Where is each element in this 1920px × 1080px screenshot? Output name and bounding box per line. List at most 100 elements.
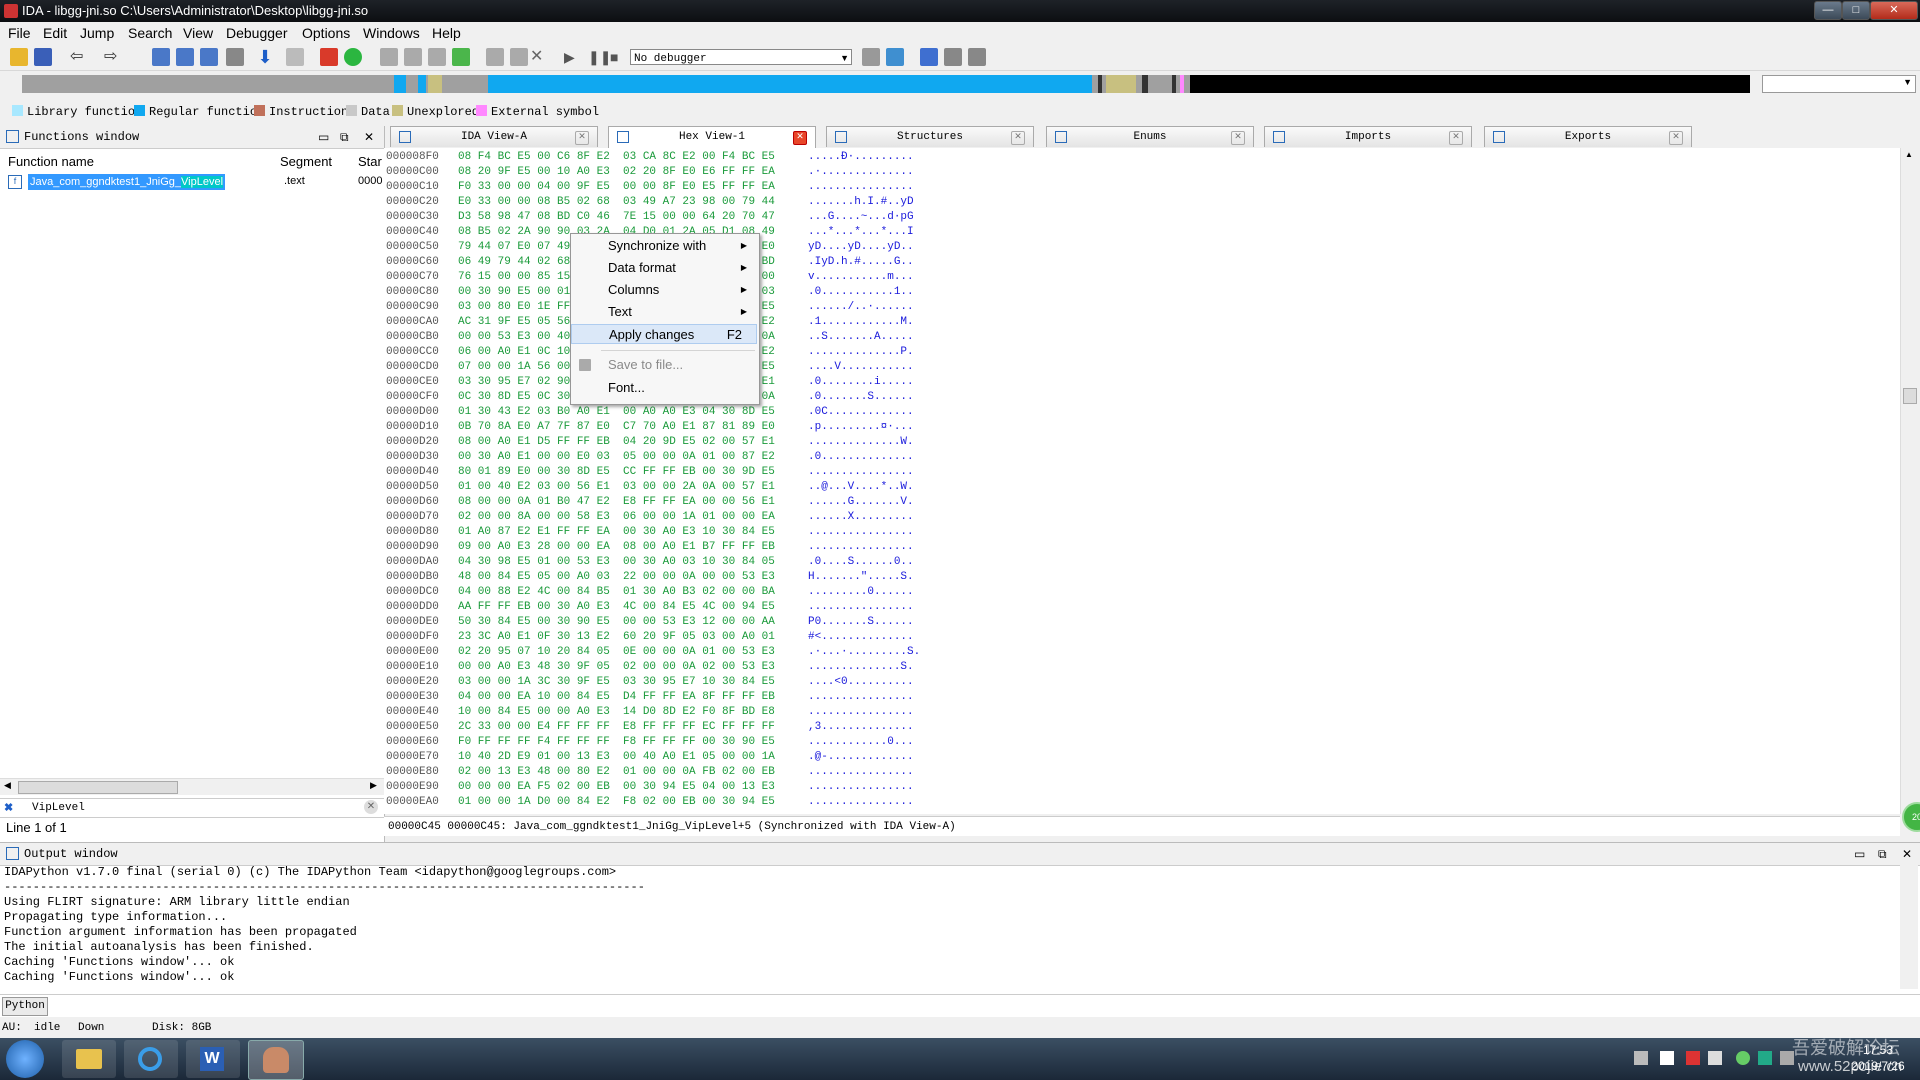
explorer-taskbar-icon[interactable]	[62, 1040, 116, 1078]
debug-list-icon[interactable]	[920, 48, 938, 66]
hex-bytes[interactable]: 80 01 89 E0 00 30 8D E5 CC FF FF EB 00 3…	[458, 465, 775, 480]
hex-bytes[interactable]: 10 40 2D E9 01 00 13 E3 00 40 A0 E1 05 0…	[458, 750, 775, 765]
menu-debugger[interactable]: Debugger	[226, 25, 288, 41]
keyboard-tray-icon[interactable]	[1634, 1051, 1648, 1065]
clock[interactable]: 17:53 2019/7/26	[1840, 1042, 1916, 1074]
hex-row[interactable]: 00000D70 02 00 00 8A 00 00 58 E3 06 00 00…	[386, 510, 914, 525]
navigation-combo[interactable]: ▼	[1762, 75, 1916, 93]
menu-synchronize-with[interactable]: Synchronize with ▶	[571, 236, 757, 256]
hex-ascii[interactable]: ..............P.	[808, 345, 914, 360]
hex-bytes[interactable]: 04 00 88 E2 4C 00 84 B5 01 30 A0 B3 02 0…	[458, 585, 775, 600]
hex-row[interactable]: 00000C10 F0 33 00 00 04 00 9F E5 00 00 8F…	[386, 180, 914, 195]
menu-jump[interactable]: Jump	[80, 25, 114, 41]
hex-row[interactable]: 00000D80 01 A0 87 E2 E1 FF FF EA 00 30 A0…	[386, 525, 914, 540]
scroll-thumb[interactable]	[1903, 388, 1917, 404]
hex-ascii[interactable]: yD....yD....yD..	[808, 240, 914, 255]
hex-row[interactable]: 00000CC006 00 A0 E1 0C 10 92 E5 00 00 00…	[386, 345, 914, 360]
hex-ascii[interactable]: .0.......S......	[808, 390, 914, 405]
hex-bytes[interactable]: 01 A0 87 E2 E1 FF FF EA 00 30 A0 E3 10 3…	[458, 525, 775, 540]
menu-options[interactable]: Options	[302, 25, 350, 41]
hex-bytes[interactable]: 2C 33 00 00 E4 FF FF FF E8 FF FF FF EC F…	[458, 720, 775, 735]
hex-bytes[interactable]: 08 20 9F E5 00 10 A0 E3 02 20 8F E0 E6 F…	[458, 165, 775, 180]
hex-row[interactable]: 000008F0 08 F4 BC E5 00 C6 8F E2 03 CA 8C…	[386, 150, 914, 165]
column-segment[interactable]: Segment	[280, 154, 332, 169]
hex-row[interactable]: 00000CE003 30 95 E7 02 90 A0 E1 00 00 00…	[386, 375, 914, 390]
jump-icon[interactable]	[286, 48, 304, 66]
debug-option-icon[interactable]	[862, 48, 880, 66]
hex-row[interactable]: 00000E00 02 20 95 07 10 20 84 05 0E 00 00…	[386, 645, 920, 660]
hex-row[interactable]: 00000CA0AC 31 9F E5 05 56 10 E3 00 20 8F…	[386, 315, 914, 330]
ida-taskbar-icon[interactable]	[248, 1040, 304, 1080]
hex-ascii[interactable]: v...........m...	[808, 270, 914, 285]
hex-ascii[interactable]: ..@...V....*..W.	[808, 480, 914, 495]
restore-pane-icon[interactable]: ▭	[318, 126, 329, 148]
hex-bytes[interactable]: 02 20 95 07 10 20 84 05 0E 00 00 0A 01 0…	[458, 645, 775, 660]
menu-apply-changes[interactable]: Apply changes F2	[571, 324, 757, 344]
hex-row[interactable]: 00000E20 03 00 00 1A 3C 30 9F E5 03 30 95…	[386, 675, 914, 690]
hex-bytes[interactable]: 01 30 43 E2 03 B0 A0 E1 00 A0 A0 E3 04 3…	[458, 405, 775, 420]
hex-bytes[interactable]: 00 30 A0 E1 00 00 E0 03 05 00 00 0A 01 0…	[458, 450, 775, 465]
close-pane-icon[interactable]: ✕	[1902, 843, 1912, 865]
hex-ascii[interactable]: ....V...........	[808, 360, 914, 375]
hex-bytes[interactable]: D3 58 98 47 08 BD C0 46 7E 15 00 00 64 2…	[458, 210, 775, 225]
menu-edit[interactable]: Edit	[43, 25, 67, 41]
hex-ascii[interactable]: ................	[808, 795, 914, 810]
hex-bytes[interactable]: 02 00 00 8A 00 00 58 E3 06 00 00 1A 01 0…	[458, 510, 775, 525]
hex-row[interactable]: 00000D10 0B 70 8A E0 A7 7F 87 E0 C7 70 A0…	[386, 420, 914, 435]
hex-ascii[interactable]: ..S.......A.....	[808, 330, 914, 345]
hex-bytes[interactable]: 02 00 13 E3 48 00 80 E2 01 00 00 0A FB 0…	[458, 765, 775, 780]
filter-input[interactable]: VipLevel	[32, 799, 85, 817]
hex-row[interactable]: 00000D40 80 01 89 E0 00 30 8D E5 CC FF FF…	[386, 465, 914, 480]
hex-ascii[interactable]: .0..............	[808, 450, 914, 465]
column-start[interactable]: Star	[358, 154, 382, 169]
output-vscrollbar[interactable]	[1900, 865, 1918, 989]
hex-ascii[interactable]: #<..............	[808, 630, 914, 645]
scroll-thumb[interactable]	[18, 781, 178, 794]
menu-text[interactable]: Text ▶	[571, 302, 757, 322]
hex-row[interactable]: 00000E70 10 40 2D E9 01 00 13 E3 00 40 A0…	[386, 750, 914, 765]
hex-ascii[interactable]: .0........i.....	[808, 375, 914, 390]
hex-row[interactable]: 00000D00 01 30 43 E2 03 B0 A0 E1 00 A0 A0…	[386, 405, 914, 420]
close-tab-icon[interactable]: ✕	[793, 131, 807, 145]
menu-file[interactable]: File	[8, 25, 31, 41]
menu-font[interactable]: Font...	[571, 378, 757, 398]
hex-row[interactable]: 00000DC0 04 00 88 E2 4C 00 84 B5 01 30 A0…	[386, 585, 914, 600]
hex-ascii[interactable]: ....../..·......	[808, 300, 914, 315]
shield-tray-icon[interactable]	[1758, 1051, 1772, 1065]
hex-ascii[interactable]: .@-.............	[808, 750, 914, 765]
hex-row[interactable]: 00000C30 D3 58 98 47 08 BD C0 46 7E 15 00…	[386, 210, 914, 225]
navigation-band[interactable]	[22, 75, 1750, 93]
hex-row[interactable]: 00000C7076 15 00 00 85 15 00 00 A0 1F 00…	[386, 270, 914, 285]
hex-bytes[interactable]: 08 00 A0 E1 D5 FF FF EB 04 20 9D E5 02 0…	[458, 435, 775, 450]
search-next-icon[interactable]	[226, 48, 244, 66]
python-button[interactable]: Python	[2, 997, 48, 1016]
flag-tray-icon[interactable]	[1660, 1051, 1674, 1065]
stop-icon[interactable]: ■	[610, 48, 628, 66]
analyze-icon[interactable]	[320, 48, 338, 66]
command-input[interactable]	[52, 997, 1912, 1014]
hex-ascii[interactable]: .....Ð·.........	[808, 150, 914, 165]
close-tab-icon[interactable]: ✕	[1449, 131, 1463, 145]
hex-bytes[interactable]: 00 00 A0 E3 48 30 9F 05 02 00 00 0A 02 0…	[458, 660, 775, 675]
hex-bytes[interactable]: E0 33 00 00 08 B5 02 68 03 49 A7 23 98 0…	[458, 195, 775, 210]
hex-bytes[interactable]: 04 00 00 EA 10 00 84 E5 D4 FF FF EA 8F F…	[458, 690, 775, 705]
graph3-icon[interactable]	[428, 48, 446, 66]
search-text-icon[interactable]	[176, 48, 194, 66]
refresh-icon[interactable]	[886, 48, 904, 66]
back-arrow-icon[interactable]: ⇦	[70, 48, 88, 66]
close-tab-icon[interactable]: ✕	[1011, 131, 1025, 145]
float-pane-icon[interactable]: ⧉	[340, 126, 349, 148]
network-tray-icon[interactable]	[1736, 1051, 1750, 1065]
hex-row[interactable]: 00000D60 08 00 00 0A 01 B0 47 E2 E8 FF FF…	[386, 495, 914, 510]
hex-bytes[interactable]: AA FF FF EB 00 30 A0 E3 4C 00 84 E5 4C 0…	[458, 600, 775, 615]
hex-row[interactable]: 00000C6006 49 79 44 02 68 A7 23 98 00 1F…	[386, 255, 914, 270]
tab-ida-view-a[interactable]: IDA View-A ✕	[390, 126, 598, 147]
hex-ascii[interactable]: ................	[808, 540, 914, 555]
scroll-left-icon[interactable]: ◀	[4, 780, 11, 791]
green-circle-icon[interactable]	[344, 48, 362, 66]
hex-row[interactable]: 00000DA0 04 30 98 E5 01 00 53 E3 00 30 A0…	[386, 555, 914, 570]
hex-ascii[interactable]: .........0......	[808, 585, 914, 600]
hex-row[interactable]: 00000DD0 AA FF FF EB 00 30 A0 E3 4C 00 84…	[386, 600, 914, 615]
hex-ascii[interactable]: ...*...*...*...I	[808, 225, 914, 240]
hex-ascii[interactable]: ................	[808, 180, 914, 195]
